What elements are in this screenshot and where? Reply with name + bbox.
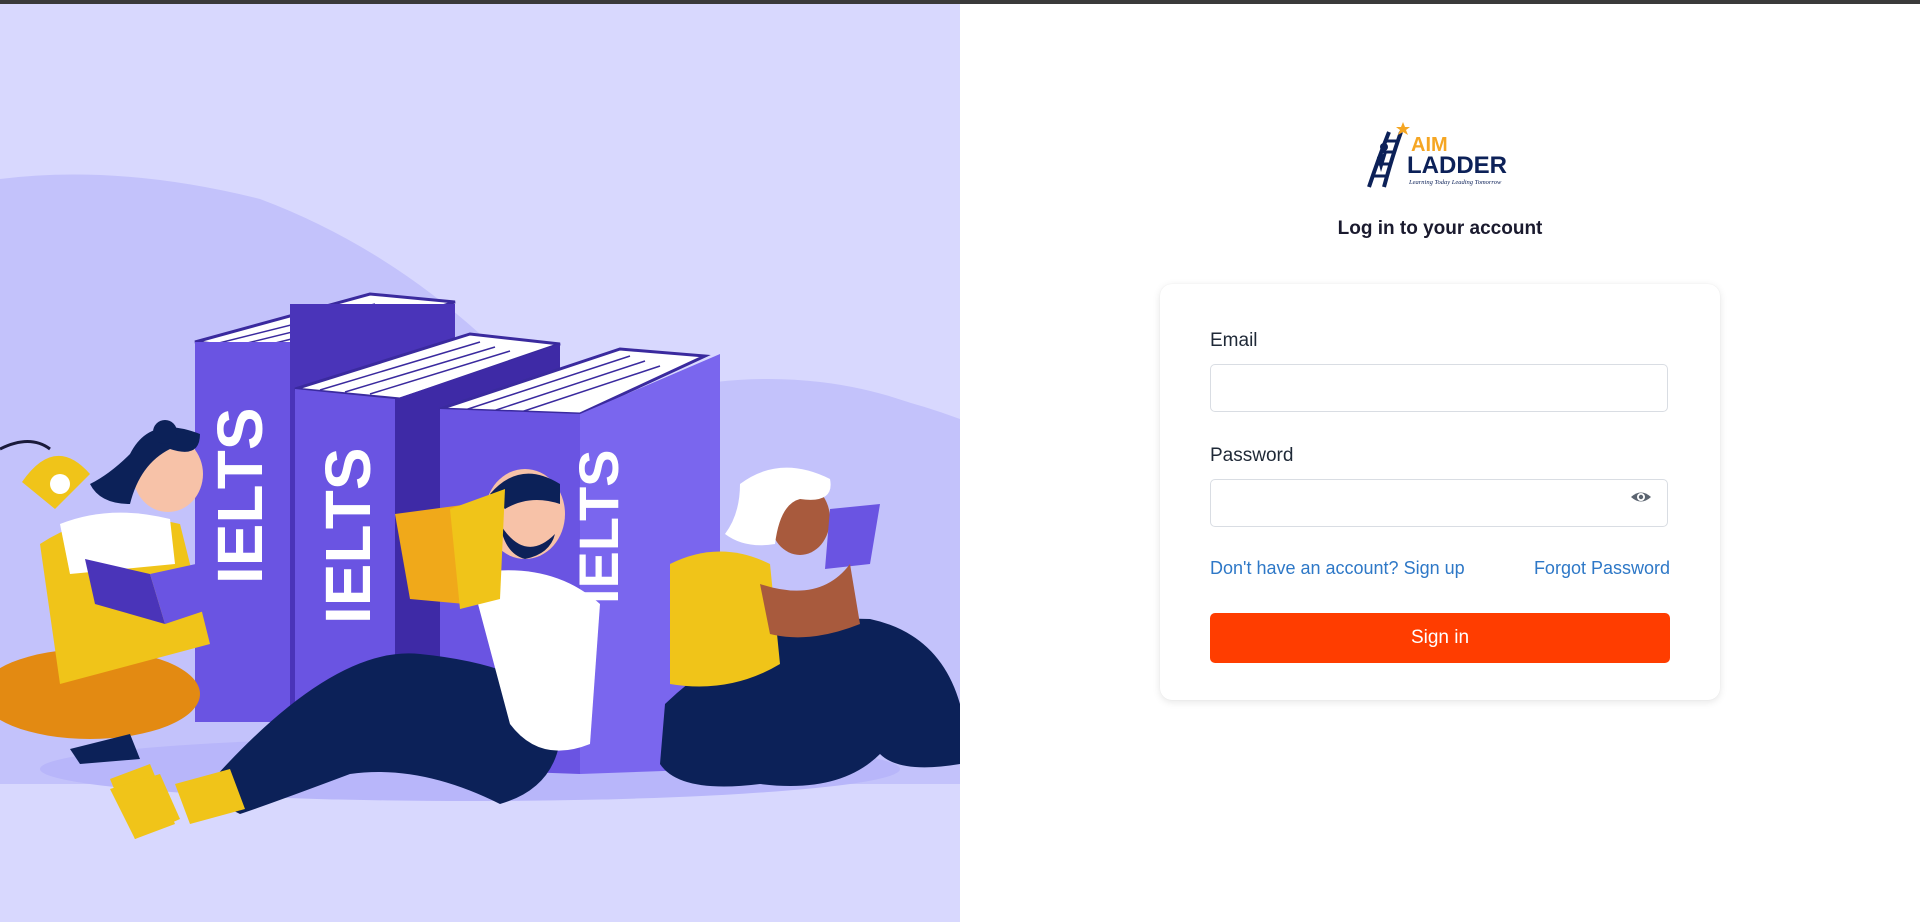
book-spine-text-2: IELTS <box>312 447 384 624</box>
ielts-reading-illustration: IELTS IELTS IELTS <box>0 174 960 839</box>
login-card: Email Password Don't have an account? Si… <box>1160 284 1720 700</box>
sign-in-button[interactable]: Sign in <box>1210 613 1670 663</box>
email-field[interactable] <box>1210 364 1668 412</box>
aim-ladder-logo: AIM LADDER Learning Today Leading Tomorr… <box>1359 122 1519 192</box>
page-title: Log in to your account <box>1337 218 1543 239</box>
email-label: Email <box>1210 330 1258 351</box>
eye-icon[interactable] <box>1630 488 1652 506</box>
book-spine-text-3: IELTS <box>567 449 630 604</box>
illustration-panel: IELTS IELTS IELTS <box>0 4 960 922</box>
book-spine-text-1: IELTS <box>204 407 276 584</box>
logo-tagline: Learning Today Leading Tomorrow <box>1408 179 1502 186</box>
signup-link[interactable]: Don't have an account? Sign up <box>1210 558 1465 579</box>
ladder-person-icon <box>1367 122 1410 188</box>
login-panel: AIM LADDER Learning Today Leading Tomorr… <box>960 4 1920 922</box>
forgot-password-link[interactable]: Forgot Password <box>1534 558 1670 579</box>
password-field[interactable] <box>1210 479 1668 527</box>
logo-text-ladder: LADDER <box>1407 152 1507 179</box>
password-label: Password <box>1210 445 1294 466</box>
